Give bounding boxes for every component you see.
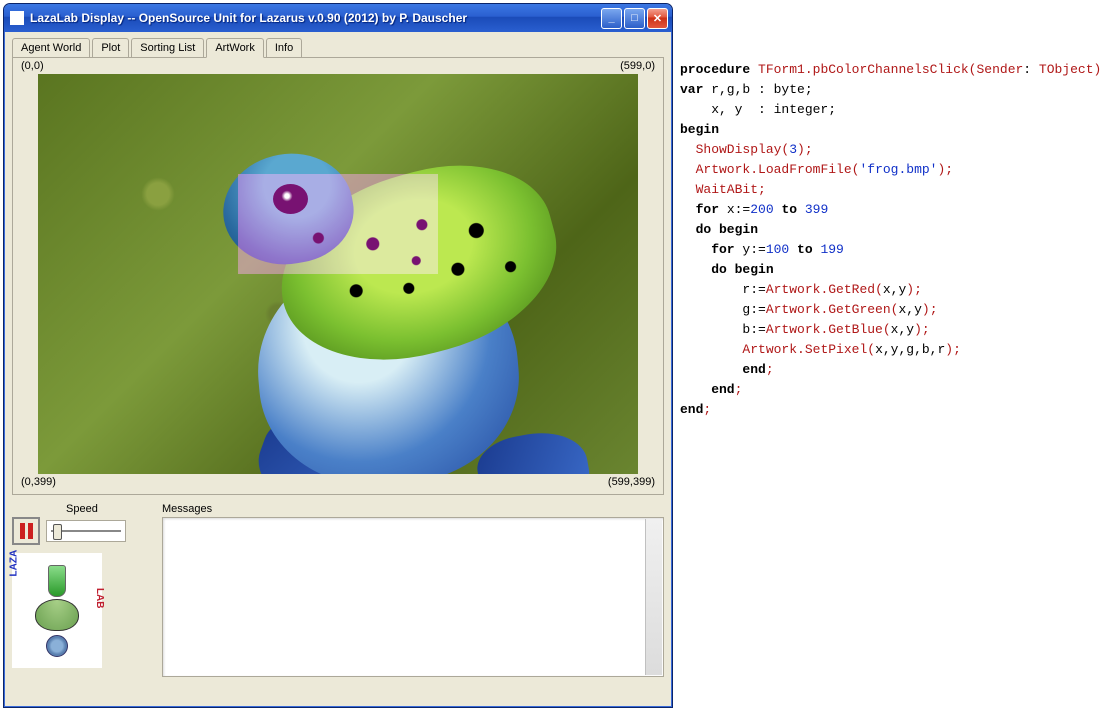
titlebar[interactable]: LazaLab Display -- OpenSource Unit for L… [4, 4, 672, 32]
app-window: LazaLab Display -- OpenSource Unit for L… [3, 3, 673, 708]
pause-icon [20, 523, 33, 539]
maximize-button[interactable]: □ [624, 8, 645, 29]
tab-info[interactable]: Info [266, 38, 302, 57]
coord-top-right: (599,0) [620, 60, 655, 72]
coord-bottom-left: (0,399) [21, 476, 56, 488]
canvas-panel: (0,0) (599,0) (0,399) (599,399) [12, 57, 664, 495]
flask-icon [35, 599, 79, 631]
window-title: LazaLab Display -- OpenSource Unit for L… [30, 11, 601, 25]
lazalab-logo: LAZA LAB [12, 553, 102, 668]
close-button[interactable]: ✕ [647, 8, 668, 29]
coord-bottom-right: (599,399) [608, 476, 655, 488]
tab-sorting-list[interactable]: Sorting List [131, 38, 204, 57]
logo-text-lab: LAB [95, 588, 106, 609]
color-swap-region [238, 174, 438, 274]
messages-textarea[interactable] [162, 517, 664, 677]
tab-artwork[interactable]: ArtWork [206, 38, 264, 58]
coord-top-left: (0,0) [21, 60, 44, 72]
window-buttons: _ □ ✕ [601, 8, 668, 29]
left-controls: Speed LAZA LAB [12, 503, 152, 677]
slider-thumb[interactable] [53, 524, 62, 540]
logo-text-laza: LAZA [9, 550, 20, 577]
minimize-button[interactable]: _ [601, 8, 622, 29]
messages-label: Messages [162, 503, 664, 515]
pause-button[interactable] [12, 517, 40, 545]
tab-agent-world[interactable]: Agent World [12, 38, 90, 57]
test-tube-icon [48, 565, 66, 597]
gear-icon [46, 635, 68, 657]
app-icon [10, 11, 24, 25]
artwork-canvas[interactable] [38, 74, 638, 474]
bottom-panel: Speed LAZA LAB [12, 503, 664, 677]
speed-label: Speed [66, 503, 152, 515]
speed-slider[interactable] [46, 520, 126, 542]
messages-column: Messages [162, 503, 664, 677]
content-area: Agent World Plot Sorting List ArtWork In… [4, 32, 672, 707]
tab-plot[interactable]: Plot [92, 38, 129, 57]
tab-strip: Agent World Plot Sorting List ArtWork In… [12, 38, 664, 57]
code-panel: procedure TForm1.pbColorChannelsClick(Se… [680, 40, 1094, 420]
code-kw: procedure [680, 62, 750, 77]
